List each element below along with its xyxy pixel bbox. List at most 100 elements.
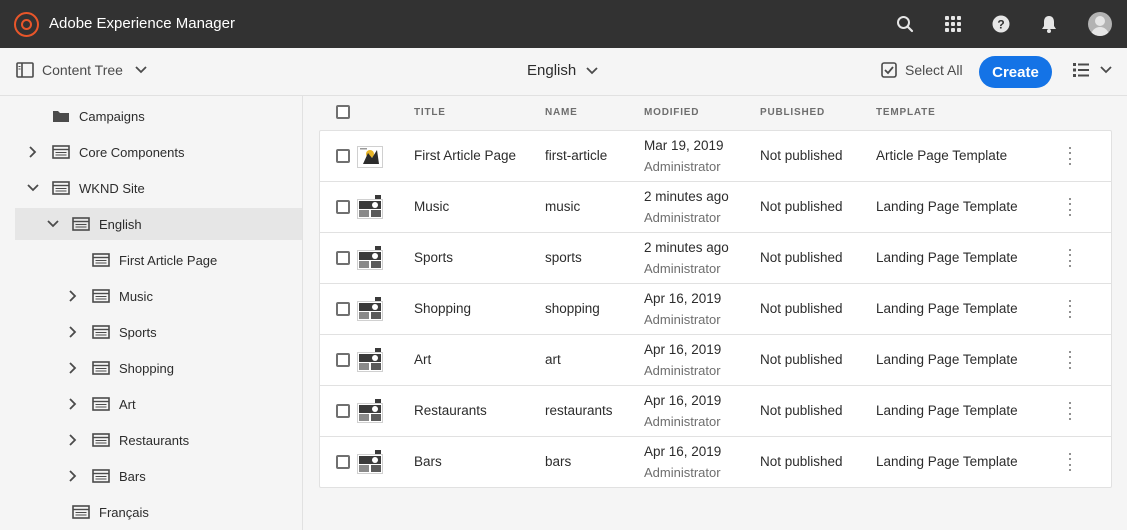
user-avatar[interactable] xyxy=(1088,12,1112,36)
more-actions-icon[interactable] xyxy=(1068,198,1072,216)
row-name: art xyxy=(545,352,561,367)
page-icon xyxy=(52,181,70,195)
page-icon xyxy=(92,253,110,267)
table-header: TITLE NAME MODIFIED PUBLISHED TEMPLATE xyxy=(304,96,1127,130)
row-name: restaurants xyxy=(545,403,613,418)
table-body: First Article Page first-article Mar 19, 2… xyxy=(319,130,1112,488)
tree-item-label: English xyxy=(99,216,142,232)
row-title: Shopping xyxy=(414,301,472,316)
more-actions-icon[interactable] xyxy=(1068,300,1072,318)
view-switcher[interactable] xyxy=(1072,62,1112,78)
more-actions-icon[interactable] xyxy=(1068,402,1072,420)
row-modified-by: Administrator xyxy=(644,261,721,276)
row-checkbox[interactable] xyxy=(336,302,350,316)
tree-item[interactable]: Core Components xyxy=(0,136,302,168)
tree-item[interactable]: First Article Page xyxy=(0,244,302,276)
chevron-down-icon[interactable] xyxy=(27,182,39,194)
create-button[interactable]: Create xyxy=(979,56,1052,88)
apps-icon[interactable] xyxy=(941,12,965,36)
chevron-right-icon[interactable] xyxy=(67,290,79,302)
chevron-right-icon[interactable] xyxy=(67,434,79,446)
select-all-button[interactable]: Select All xyxy=(881,62,963,78)
row-published-status: Not published xyxy=(760,352,843,367)
column-title[interactable]: TITLE xyxy=(414,107,446,118)
tree-item-label: Sports xyxy=(119,324,157,340)
help-icon[interactable]: ? xyxy=(989,12,1013,36)
tree-item[interactable]: Restaurants xyxy=(0,424,302,456)
app-title[interactable]: Adobe Experience Manager xyxy=(49,15,235,32)
page-icon xyxy=(92,289,110,303)
more-actions-icon[interactable] xyxy=(1068,453,1072,471)
row-modified-by: Administrator xyxy=(644,312,721,327)
tree-item[interactable]: Bars xyxy=(0,460,302,492)
table-row[interactable]: Art art Apr 16, 2019 Administrator Not publi… xyxy=(320,335,1111,386)
tree-item[interactable]: Shopping xyxy=(0,352,302,384)
tree-item[interactable]: WKND Site xyxy=(0,172,302,204)
row-modified: Apr 16, 2019 xyxy=(644,393,722,408)
row-checkbox[interactable] xyxy=(336,149,350,163)
column-modified[interactable]: MODIFIED xyxy=(644,107,699,118)
row-modified-by: Administrator xyxy=(644,210,721,225)
row-modified-by: Administrator xyxy=(644,465,721,480)
table-row[interactable]: First Article Page first-article Mar 19, 2… xyxy=(320,131,1111,182)
column-template[interactable]: TEMPLATE xyxy=(876,107,936,118)
row-modified: 2 minutes ago xyxy=(644,189,729,204)
row-published-status: Not published xyxy=(760,250,843,265)
row-name: music xyxy=(545,199,581,214)
chevron-right-icon[interactable] xyxy=(67,326,79,338)
row-name: first-article xyxy=(545,148,608,163)
search-icon[interactable] xyxy=(893,12,917,36)
rail-toggle-button[interactable]: Content Tree xyxy=(16,62,147,78)
table-row[interactable]: Sports sports 2 minutes ago Administrator No… xyxy=(320,233,1111,284)
column-published[interactable]: PUBLISHED xyxy=(760,107,825,118)
notifications-icon[interactable] xyxy=(1037,12,1061,36)
chevron-down-icon[interactable] xyxy=(47,218,59,230)
row-checkbox[interactable] xyxy=(336,353,350,367)
language-label: English xyxy=(527,62,577,79)
row-modified-by: Administrator xyxy=(644,414,721,429)
page-icon xyxy=(72,217,90,231)
page-icon xyxy=(92,361,110,375)
row-checkbox[interactable] xyxy=(336,455,350,469)
row-published-status: Not published xyxy=(760,454,843,469)
row-published-status: Not published xyxy=(760,148,843,163)
chevron-right-icon[interactable] xyxy=(67,362,79,374)
content-tree: Campaigns Core Components WKND Site English… xyxy=(0,96,303,530)
row-title: Restaurants xyxy=(414,403,487,418)
row-checkbox[interactable] xyxy=(336,404,350,418)
row-template: Landing Page Template xyxy=(876,454,1018,469)
row-checkbox[interactable] xyxy=(336,200,350,214)
tree-item-label: Restaurants xyxy=(119,432,190,448)
table-row[interactable]: Shopping shopping Apr 16, 2019 Administrato… xyxy=(320,284,1111,335)
row-checkbox[interactable] xyxy=(336,251,350,265)
tree-item[interactable]: Art xyxy=(0,388,302,420)
table-row[interactable]: Music music 2 minutes ago Administrator Not … xyxy=(320,182,1111,233)
tree-item[interactable]: Sports xyxy=(0,316,302,348)
tree-item[interactable]: Music xyxy=(0,280,302,312)
more-actions-icon[interactable] xyxy=(1068,249,1072,267)
chevron-right-icon[interactable] xyxy=(67,470,79,482)
tree-item[interactable]: Campaigns xyxy=(0,100,302,132)
tree-item[interactable]: Français xyxy=(0,496,302,528)
page-thumbnail xyxy=(357,348,383,372)
table-row[interactable]: Bars bars Apr 16, 2019 Administrator Not pub… xyxy=(320,437,1111,488)
chevron-right-icon[interactable] xyxy=(67,398,79,410)
more-actions-icon[interactable] xyxy=(1068,351,1072,369)
table-row[interactable]: Restaurants restaurants Apr 16, 2019 Admini… xyxy=(320,386,1111,437)
header-checkbox[interactable] xyxy=(336,105,350,119)
row-template: Landing Page Template xyxy=(876,250,1018,265)
tree-item-label: Français xyxy=(99,504,149,520)
column-name[interactable]: NAME xyxy=(545,107,578,118)
more-actions-icon[interactable] xyxy=(1068,147,1072,165)
tree-item[interactable]: English xyxy=(15,208,302,240)
row-modified: 2 minutes ago xyxy=(644,240,729,255)
checkbox-checked-icon xyxy=(881,62,897,78)
rail-toggle-label: Content Tree xyxy=(42,62,123,78)
chevron-right-icon[interactable] xyxy=(27,146,39,158)
row-name: bars xyxy=(545,454,572,469)
aem-logo-icon[interactable] xyxy=(14,12,39,37)
row-modified-by: Administrator xyxy=(644,159,721,174)
tree-item-label: Art xyxy=(119,396,136,412)
language-picker[interactable]: English xyxy=(527,62,598,79)
row-modified: Apr 16, 2019 xyxy=(644,342,722,357)
